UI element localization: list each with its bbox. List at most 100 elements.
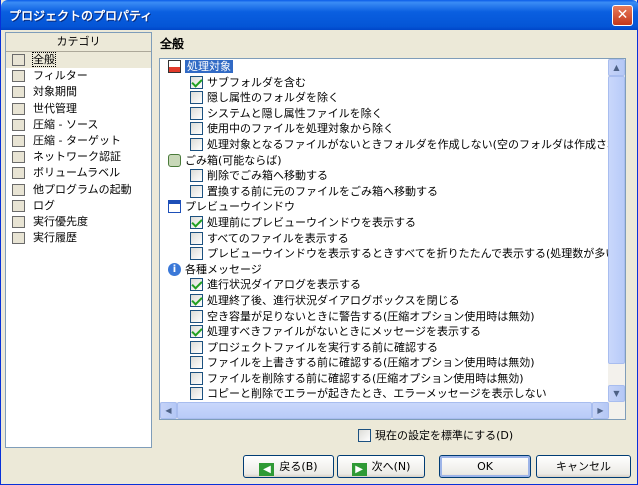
scroll-left-button[interactable]: ◀ xyxy=(160,402,177,419)
option-label: 処理終了後、進行状況ダイアログボックスを閉じる xyxy=(207,293,460,307)
option-label: システムと隠し属性ファイルを除く xyxy=(207,106,383,120)
option-row[interactable]: プレビューウインドウを表示するときすべてを折りたたんで表示する(処理数が多いとき… xyxy=(160,246,610,262)
option-label: すべてのファイルを表示する xyxy=(207,231,349,245)
option-checkbox[interactable] xyxy=(190,122,203,136)
next-label: 次へ(N) xyxy=(371,460,411,473)
category-item[interactable]: フィルター xyxy=(6,68,151,84)
option-row[interactable]: ファイルを削除する前に確認する(圧縮オプション使用時は無効) xyxy=(160,371,610,387)
category-item[interactable]: ボリュームラベル xyxy=(6,165,151,181)
option-group[interactable]: プレビューウインドウ xyxy=(160,199,610,215)
option-checkbox[interactable] xyxy=(190,387,203,401)
horizontal-scroll-thumb[interactable] xyxy=(177,402,592,419)
category-item[interactable]: 対象期間 xyxy=(6,84,151,100)
option-row[interactable]: 置換する前に元のファイルをごみ箱へ移動する xyxy=(160,184,610,200)
properties-dialog: プロジェクトのプロパティ ✕ カテゴリ 全般 フィルター 対象期間 世代管理 圧縮 - … xyxy=(0,0,638,485)
title-bar[interactable]: プロジェクトのプロパティ ✕ xyxy=(1,0,638,30)
scroll-thumb[interactable] xyxy=(608,76,625,364)
cancel-button[interactable]: キャンセル xyxy=(536,455,631,478)
option-checkbox[interactable] xyxy=(190,91,203,105)
option-checkbox[interactable] xyxy=(190,106,203,120)
category-list: カテゴリ 全般 フィルター対象期間世代管理 圧縮 - ソース 圧縮 - ターゲットネッ… xyxy=(5,32,152,448)
window-title: プロジェクトのプロパティ xyxy=(9,9,153,23)
arrow-right-icon: ▶ xyxy=(351,463,367,476)
option-row[interactable]: システムと隠し属性ファイルを除く xyxy=(160,106,610,122)
log-icon xyxy=(12,199,25,212)
preview-window-icon xyxy=(168,200,181,214)
horizontal-scrollbar[interactable]: ◀ ▶ xyxy=(160,402,609,419)
option-checkbox[interactable] xyxy=(190,215,203,229)
option-checkbox[interactable] xyxy=(190,231,203,245)
option-label: 使用中のファイルを処理対象から除く xyxy=(207,122,394,136)
category-label: フィルター xyxy=(33,69,88,83)
category-label: 圧縮 - ターゲット xyxy=(33,133,121,147)
category-item[interactable]: ネットワーク認証 xyxy=(6,149,151,165)
option-checkbox[interactable] xyxy=(190,371,203,385)
option-group[interactable]: i 各種メッセージ xyxy=(160,262,610,278)
option-row[interactable]: 空き容量が足りないときに警告する(圧縮オプション使用時は無効) xyxy=(160,309,610,325)
option-checkbox[interactable] xyxy=(190,309,203,323)
option-row[interactable]: プロジェクトファイルを実行する前に確認する xyxy=(160,340,610,356)
option-row[interactable]: コピーと削除でエラーが起きたとき、エラーメッセージを表示しない xyxy=(160,386,610,402)
option-label: ファイルを削除する前に確認する(圧縮オプション使用時は無効) xyxy=(207,371,524,385)
back-button[interactable]: ◀ 戻る(B) xyxy=(243,455,334,478)
ok-button[interactable]: OK xyxy=(439,455,531,478)
scroll-down-button[interactable]: ▼ xyxy=(608,385,625,402)
option-row[interactable]: 隠し属性のフォルダを除く xyxy=(160,90,610,106)
category-item[interactable]: 実行履歴 xyxy=(6,230,151,246)
program-icon xyxy=(12,183,25,196)
option-group[interactable]: 処理対象 xyxy=(160,59,610,75)
priority-icon xyxy=(12,215,25,228)
option-row[interactable]: 使用中のファイルを処理対象から除く xyxy=(160,121,610,137)
option-checkbox[interactable] xyxy=(190,340,203,354)
category-item[interactable]: 全般 xyxy=(6,52,151,69)
option-checkbox[interactable] xyxy=(190,247,203,261)
generation-icon xyxy=(12,102,25,115)
option-checkbox[interactable] xyxy=(190,184,203,198)
category-item[interactable]: ログ xyxy=(6,198,151,214)
set-default-checkbox[interactable]: 現在の設定を標準にする(D) xyxy=(358,429,513,443)
option-row[interactable]: 処理終了後、進行状況ダイアログボックスを閉じる xyxy=(160,293,610,309)
option-row[interactable]: すべてのファイルを表示する xyxy=(160,231,610,247)
scroll-right-button[interactable]: ▶ xyxy=(592,402,609,419)
option-checkbox[interactable] xyxy=(190,75,203,89)
option-row[interactable]: 進行状況ダイアログを表示する xyxy=(160,277,610,293)
next-button[interactable]: ▶ 次へ(N) xyxy=(337,455,425,478)
category-item[interactable]: 世代管理 xyxy=(6,101,151,117)
target-icon xyxy=(168,60,181,73)
option-row[interactable]: 処理対象となるファイルがないときフォルダを作成しない(空のフォルダは作成されない… xyxy=(160,137,610,153)
recycle-bin-icon xyxy=(168,153,181,167)
category-item[interactable]: 他プログラムの起動 xyxy=(6,182,151,198)
option-label: 処理すべきファイルがないときにメッセージを表示する xyxy=(207,325,482,339)
option-label: コピーと削除でエラーが起きたとき、エラーメッセージを表示しない xyxy=(207,387,547,401)
option-checkbox[interactable] xyxy=(190,325,203,339)
option-checkbox[interactable] xyxy=(190,137,203,151)
vertical-scrollbar[interactable]: ▲ ▼ xyxy=(608,59,625,419)
category-item[interactable]: 圧縮 - ターゲット xyxy=(6,133,151,149)
category-label: 対象期間 xyxy=(33,85,77,99)
category-item[interactable]: 圧縮 - ソース xyxy=(6,117,151,133)
option-group-label: プレビューウインドウ xyxy=(185,200,295,214)
option-row[interactable]: サブフォルダを含む xyxy=(160,75,610,91)
option-row[interactable]: 処理すべきファイルがないときにメッセージを表示する xyxy=(160,324,610,340)
category-header[interactable]: カテゴリ xyxy=(6,33,151,52)
option-group-label: 各種メッセージ xyxy=(185,262,262,276)
options-list: 処理対象 サブフォルダを含む 隠し属性のフォルダを除く システムと隠し属性ファイルを除… xyxy=(160,59,610,419)
category-item[interactable]: 実行優先度 xyxy=(6,214,151,230)
option-checkbox[interactable] xyxy=(190,278,203,292)
option-checkbox[interactable] xyxy=(190,169,203,183)
checkbox[interactable] xyxy=(358,429,371,442)
option-checkbox[interactable] xyxy=(190,356,203,370)
close-button[interactable]: ✕ xyxy=(612,5,633,26)
option-label: プレビューウインドウを表示するときすべてを折りたたんで表示する(処理数が多いとき… xyxy=(207,247,610,261)
info-icon: i xyxy=(168,262,181,276)
option-row[interactable]: ファイルを上書きする前に確認する(圧縮オプション使用時は無効) xyxy=(160,355,610,371)
option-row[interactable]: 削除でごみ箱へ移動する xyxy=(160,168,610,184)
scroll-up-button[interactable]: ▲ xyxy=(608,59,625,76)
option-checkbox[interactable] xyxy=(190,293,203,307)
option-label: 進行状況ダイアログを表示する xyxy=(207,278,361,292)
back-label: 戻る(B) xyxy=(279,460,318,473)
option-group[interactable]: ごみ箱(可能ならば) xyxy=(160,153,610,169)
option-row[interactable]: 処理前にプレビューウインドウを表示する xyxy=(160,215,610,231)
option-label: 削除でごみ箱へ移動する xyxy=(207,169,328,183)
category-label: 実行履歴 xyxy=(33,231,77,245)
